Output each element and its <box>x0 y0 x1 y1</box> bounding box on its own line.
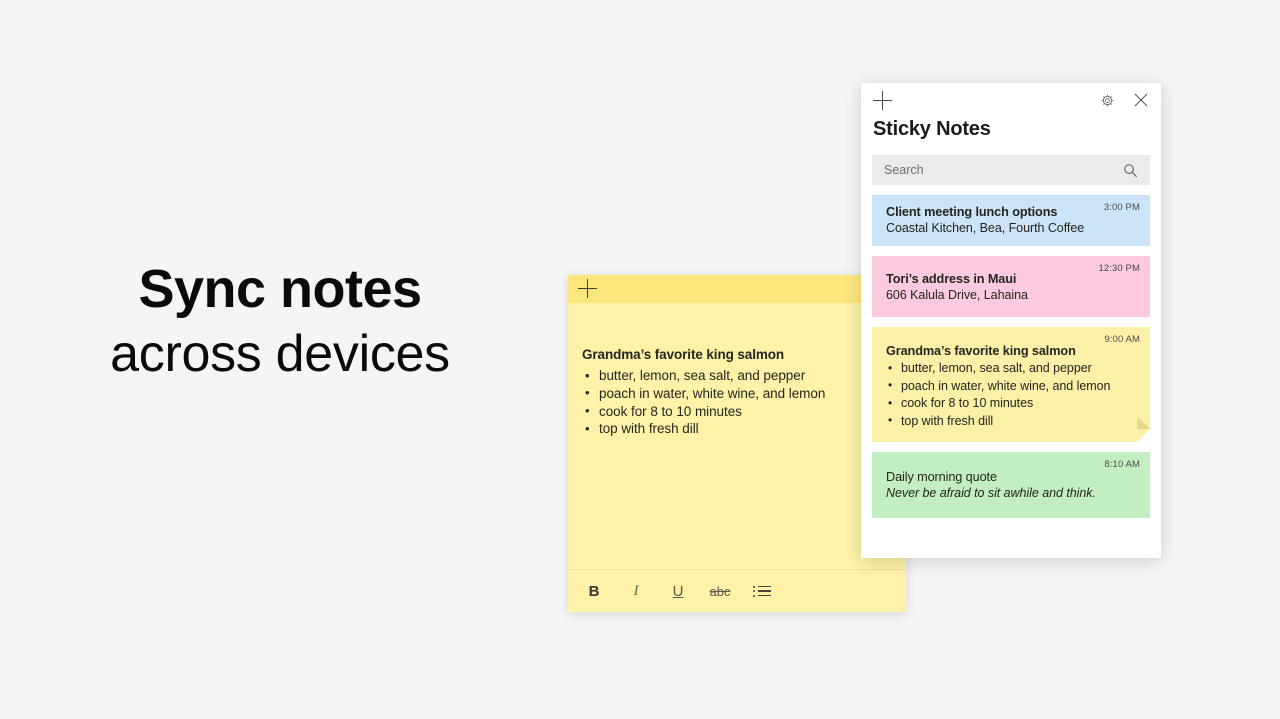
italic-button[interactable]: I <box>623 578 649 604</box>
plus-icon[interactable] <box>578 279 598 299</box>
titlebar-right-group <box>1097 90 1151 110</box>
note-card-list-item: cook for 8 to 10 minutes <box>886 395 1138 413</box>
formatting-toolbar: B I U abc <box>568 569 906 612</box>
gear-icon[interactable] <box>1097 90 1117 110</box>
panel-titlebar <box>861 83 1161 117</box>
headline-line-2: across devices <box>110 325 450 383</box>
note-list-item: top with fresh dill <box>582 420 886 438</box>
note-card-list-item: top with fresh dill <box>886 412 1138 431</box>
note-card-tori-address[interactable]: 12:30 PM Tori’s address in Maui 606 Kalu… <box>872 256 1150 317</box>
note-card-title: Tori’s address in Maui <box>886 272 1017 286</box>
note-card-subtitle: 606 Kalula Drive, Lahaina <box>886 288 1028 302</box>
note-list-item: cook for 8 to 10 minutes <box>582 402 886 421</box>
search-icon[interactable] <box>1120 160 1140 180</box>
close-icon[interactable] <box>1131 90 1151 110</box>
note-list-item: butter, lemon, sea salt, and pepper <box>582 367 886 385</box>
note-card-title: Daily morning quote <box>886 470 997 484</box>
note-card-subtitle: Coastal Kitchen, Bea, Fourth Coffee <box>886 221 1085 235</box>
search-input[interactable] <box>884 163 1104 177</box>
headline-line-1: Sync notes <box>138 259 422 319</box>
note-timestamp: 3:00 PM <box>1103 202 1140 213</box>
note-card-list-item: butter, lemon, sea salt, and pepper <box>886 360 1138 378</box>
note-card-client-meeting[interactable]: 3:00 PM Client meeting lunch options Coa… <box>872 195 1150 246</box>
note-card-title: Client meeting lunch options <box>886 205 1058 219</box>
note-window-header: ••• <box>568 275 906 303</box>
folded-corner-icon <box>1137 416 1150 442</box>
note-list-item: poach in water, white wine, and lemon <box>582 384 886 403</box>
page-title: Sticky Notes <box>873 118 991 140</box>
titlebar-left-group <box>873 90 892 110</box>
note-card-king-salmon[interactable]: 9:00 AM Grandma’s favorite king salmon b… <box>872 327 1150 442</box>
note-card-title: Grandma’s favorite king salmon <box>886 344 1076 358</box>
search-box[interactable] <box>872 155 1150 185</box>
bold-button[interactable]: B <box>581 578 607 604</box>
note-title: Grandma’s favorite king salmon <box>582 347 785 362</box>
underline-button[interactable]: U <box>665 578 691 604</box>
note-timestamp: 9:00 AM <box>1104 334 1140 345</box>
bullet-list-icon[interactable] <box>749 578 775 604</box>
note-card-daily-quote[interactable]: 8:10 AM Daily morning quote Never be afr… <box>872 452 1150 518</box>
sticky-note-window: ••• Grandma’s favorite king salmon butte… <box>568 275 906 612</box>
note-bullet-list: butter, lemon, sea salt, and pepper poac… <box>582 367 886 438</box>
notes-list: 3:00 PM Client meeting lunch options Coa… <box>861 185 1161 558</box>
strikethrough-button[interactable]: abc <box>707 578 733 604</box>
new-note-icon[interactable] <box>873 90 892 110</box>
note-timestamp: 12:30 PM <box>1098 263 1140 274</box>
note-card-subtitle: Never be afraid to sit awhile and think. <box>886 486 1096 500</box>
note-card-list-item: poach in water, white wine, and lemon <box>886 377 1138 396</box>
note-card-bullet-list: butter, lemon, sea salt, and pepper poac… <box>886 360 1138 430</box>
sticky-notes-panel: Sticky Notes 3:00 PM Client meeting lunc… <box>861 83 1161 558</box>
note-timestamp: 8:10 AM <box>1104 459 1140 470</box>
marketing-headline: Sync notes across devices <box>0 262 560 380</box>
note-window-body[interactable]: Grandma’s favorite king salmon butter, l… <box>568 303 906 569</box>
